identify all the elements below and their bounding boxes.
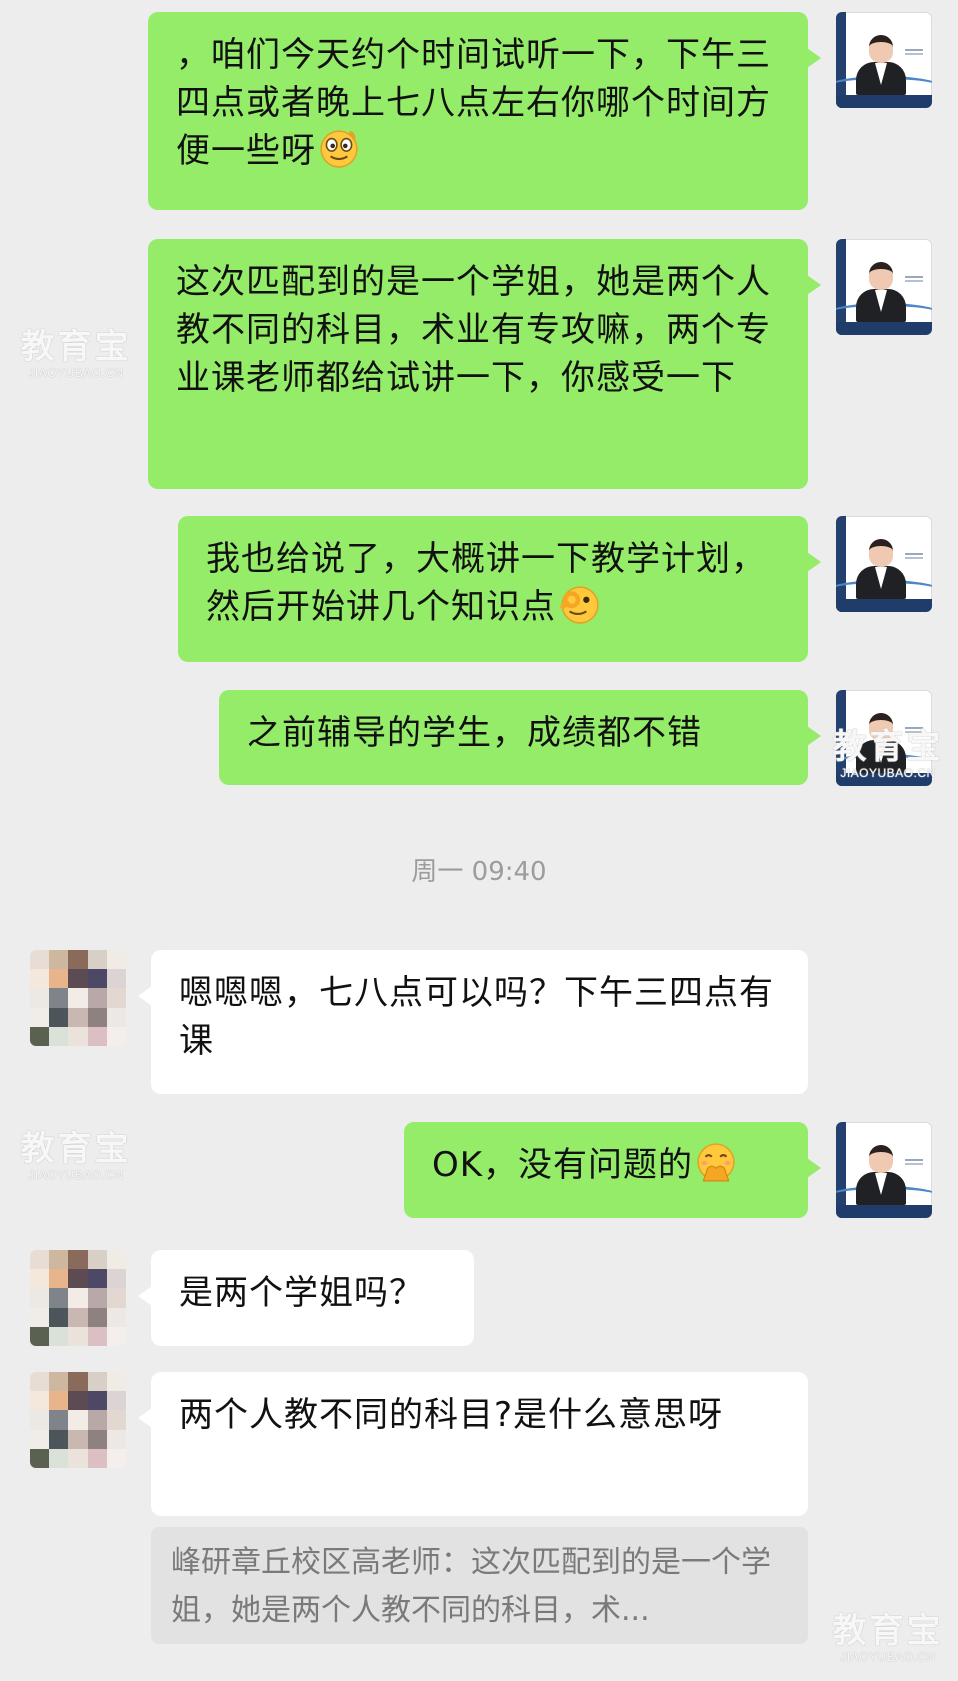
quoted-reply-text: 峰研章丘校区高老师：这次匹配到的是一个学姐，她是两个人教不同的科目，术... [171,1545,771,1628]
message-timestamp: 周一 09:40 [411,857,547,887]
teacher-avatar[interactable] [836,1122,932,1218]
outgoing-message-bubble[interactable]: OK，没有问题的 [404,1122,821,1218]
watermark-logo: 教育宝 JIAOYUBAO.CN [18,328,134,380]
outgoing-message-bubble[interactable]: 我也给说了，大概讲一下教学计划，然后开始讲几个知识点 [178,516,821,662]
incoming-message-bubble[interactable]: 两个人教不同的科目?是什么意思呀 [138,1372,808,1516]
message-text: 是两个学姐吗？ [179,1273,424,1313]
teacher-avatar[interactable] [836,12,932,108]
message-text: 之前辅导的学生，成绩都不错 [247,713,702,753]
shushing-face-emoji [697,1143,735,1182]
incoming-message-bubble[interactable]: 嗯嗯嗯，七八点可以吗？下午三四点有课 [138,950,808,1094]
outgoing-message-bubble[interactable]: ，咱们今天约个时间试听一下，下午三四点或者晚上七八点左右你哪个时间方便一些呀 [148,12,821,210]
watermark-logo: 教育宝 JIAOYUBAO.CN [830,1612,946,1664]
message-text: 这次匹配到的是一个学姐，她是两个人教不同的科目，术业有专攻嘛，两个专业课老师都给… [176,262,771,398]
outgoing-message-bubble[interactable]: 之前辅导的学生，成绩都不错 [219,690,821,785]
ok-hand-face-emoji [559,586,599,624]
student-avatar[interactable] [30,1250,126,1346]
incoming-message-bubble[interactable]: 是两个学姐吗？ [138,1250,474,1346]
watermark-url: JIAOYUBAO.CN [28,1168,124,1182]
watermark-text: 教育宝 [20,328,132,366]
message-text: ，咱们今天约个时间试听一下，下午三四点或者晚上七八点左右你哪个时间方便一些呀 [176,35,771,171]
watermark-text: 教育宝 [832,728,944,766]
grinning-monocle-emoji [320,130,358,168]
watermark-logo: 教育宝 JIAOYUBAO.CN [830,728,946,780]
teacher-avatar[interactable] [836,516,932,612]
message-text: OK，没有问题的 [432,1145,694,1185]
watermark-url: JIAOYUBAO.CN [28,366,124,380]
outgoing-message-bubble[interactable]: 这次匹配到的是一个学姐，她是两个人教不同的科目，术业有专攻嘛，两个专业课老师都给… [148,239,821,489]
student-avatar[interactable] [30,950,126,1046]
quoted-reply[interactable]: 峰研章丘校区高老师：这次匹配到的是一个学姐，她是两个人教不同的科目，术... [151,1527,808,1644]
message-text: 两个人教不同的科目?是什么意思呀 [179,1395,724,1435]
watermark-text: 教育宝 [832,1612,944,1650]
watermark-logo: 教育宝 JIAOYUBAO.CN [18,1130,134,1182]
student-avatar[interactable] [30,1372,126,1468]
message-text: 我也给说了，大概讲一下教学计划，然后开始讲几个知识点 [206,539,766,627]
watermark-url: JIAOYUBAO.CN [840,766,936,780]
teacher-avatar[interactable] [836,239,932,335]
watermark-text: 教育宝 [20,1130,132,1168]
chat-window: ，咱们今天约个时间试听一下，下午三四点或者晚上七八点左右你哪个时间方便一些呀 这… [0,0,958,1681]
watermark-url: JIAOYUBAO.CN [840,1650,936,1664]
message-text: 嗯嗯嗯，七八点可以吗？下午三四点有课 [179,973,774,1061]
